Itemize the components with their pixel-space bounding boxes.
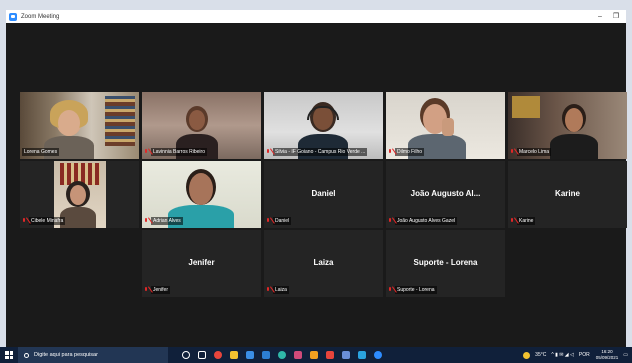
participant-tile[interactable]: Jenifer Jenifer — [142, 230, 261, 297]
zoom-window: Zoom Meeting – ❐ Lorena Gomes Lavinnia B… — [6, 10, 627, 347]
weather-temperature[interactable]: 35°C — [535, 352, 546, 358]
participant-display-name: João Augusto Al... — [410, 189, 481, 198]
clock[interactable]: 16:20 05/09/2021 — [596, 349, 619, 361]
search-placeholder: Digite aqui para pesquisar — [34, 352, 98, 358]
taskbar-search-box[interactable]: Digite aqui para pesquisar — [18, 347, 168, 363]
participant-label: Karine — [510, 217, 536, 225]
participant-name: Adrian Alves — [151, 217, 183, 225]
participant-name: Dilmo Filho — [395, 148, 425, 156]
participant-label: Laiza — [266, 286, 289, 294]
muted-mic-icon — [388, 287, 393, 293]
app-icon[interactable] — [306, 347, 322, 363]
participant-name: Lavinnia Barros Ribeiro — [151, 148, 207, 156]
participant-display-name: Laiza — [313, 258, 334, 267]
participant-tile[interactable]: Cibele Minafra — [20, 161, 139, 228]
app-icon[interactable] — [290, 347, 306, 363]
file-explorer-icon[interactable] — [226, 347, 242, 363]
participant-tile[interactable]: Laiza Laiza — [264, 230, 383, 297]
participant-tile[interactable]: Dilmo Filho — [386, 92, 505, 159]
store-icon[interactable] — [242, 347, 258, 363]
participant-label: João Augusto Alves Gazel — [388, 217, 458, 225]
start-button[interactable] — [0, 347, 18, 363]
participant-name: Silvia - IF Goiano - Campus Rio Verde ..… — [273, 148, 368, 156]
app-icon[interactable] — [354, 347, 370, 363]
participant-display-name: Karine — [555, 189, 580, 198]
participant-name: Karine — [517, 217, 536, 225]
participant-name: Laiza — [273, 286, 289, 294]
participant-tile[interactable]: Marcelo Lima — [508, 92, 627, 159]
minimize-button[interactable]: – — [592, 10, 608, 23]
participant-tile[interactable]: Lorena Gomes — [20, 92, 139, 159]
participant-tile[interactable]: Lavinnia Barros Ribeiro — [142, 92, 261, 159]
participant-display-name: Daniel — [311, 189, 336, 198]
muted-mic-icon — [510, 149, 515, 155]
cortana-icon[interactable] — [178, 347, 194, 363]
windows-logo-icon — [5, 351, 13, 359]
participant-tile[interactable]: Silvia - IF Goiano - Campus Rio Verde ..… — [264, 92, 383, 159]
notifications-icon[interactable]: ▭ — [623, 352, 628, 358]
muted-mic-icon — [388, 218, 393, 224]
muted-mic-icon — [144, 287, 149, 293]
participant-label: Dilmo Filho — [388, 148, 425, 156]
muted-mic-icon — [144, 218, 149, 224]
participant-display-name: Suporte - Lorena — [413, 258, 478, 267]
participant-name: Suporte - Lorena — [395, 286, 437, 294]
participant-name: João Augusto Alves Gazel — [395, 217, 458, 225]
mail-icon[interactable] — [258, 347, 274, 363]
participant-name: Jenifer — [151, 286, 171, 294]
participant-label: Marcelo Lima — [510, 148, 552, 156]
muted-mic-icon — [388, 149, 393, 155]
participant-label: Silvia - IF Goiano - Campus Rio Verde ..… — [266, 148, 368, 156]
taskbar-apps — [178, 347, 386, 363]
participant-tile-active-speaker[interactable]: Adrian Alves — [142, 161, 261, 228]
app-icon[interactable] — [322, 347, 338, 363]
task-view-icon[interactable] — [194, 347, 210, 363]
muted-mic-icon — [144, 149, 149, 155]
participant-tile[interactable]: Daniel Daniel — [264, 161, 383, 228]
muted-mic-icon — [266, 287, 271, 293]
zoom-app-icon — [9, 12, 17, 21]
participant-tile[interactable]: João Augusto Al... João Augusto Alves Ga… — [386, 161, 505, 228]
windows-taskbar: Digite aqui para pesquisar 35°C ^ ▮ ✉ ◢ … — [0, 347, 632, 363]
app-icon[interactable] — [338, 347, 354, 363]
edge-icon[interactable] — [274, 347, 290, 363]
participant-label: Lorena Gomes — [22, 148, 60, 156]
muted-mic-icon — [266, 218, 271, 224]
title-bar: Zoom Meeting – ❐ — [6, 10, 626, 23]
restore-button[interactable]: ❐ — [608, 10, 624, 23]
gallery-view: Lorena Gomes Lavinnia Barros Ribeiro Sil… — [6, 23, 627, 347]
muted-mic-icon — [22, 218, 27, 224]
participant-label: Jenifer — [144, 286, 171, 294]
window-title: Zoom Meeting — [21, 13, 60, 20]
participant-name: Lorena Gomes — [22, 148, 60, 156]
participant-tile[interactable]: Suporte - Lorena Suporte - Lorena — [386, 230, 505, 297]
clock-date: 05/09/2021 — [595, 355, 619, 360]
muted-mic-icon — [266, 149, 271, 155]
participant-label: Suporte - Lorena — [388, 286, 437, 294]
chrome-icon[interactable] — [210, 347, 226, 363]
participant-tile[interactable]: Karine Karine — [508, 161, 627, 228]
zoom-taskbar-icon[interactable] — [370, 347, 386, 363]
participant-label: Cibele Minafra — [22, 217, 66, 225]
participant-label: Lavinnia Barros Ribeiro — [144, 148, 207, 156]
participant-label: Adrian Alves — [144, 217, 183, 225]
language-indicator[interactable]: POR — [579, 352, 590, 358]
participant-label: Daniel — [266, 217, 292, 225]
participant-display-name: Jenifer — [188, 258, 215, 267]
participant-name: Cibele Minafra — [29, 217, 66, 225]
system-tray: 35°C ^ ▮ ✉ ◢ ◁ POR 16:20 05/09/2021 ▭ — [523, 347, 628, 363]
participant-name: Daniel — [273, 217, 292, 225]
tray-icons[interactable]: ^ ▮ ✉ ◢ ◁ — [551, 352, 574, 358]
search-icon — [24, 352, 29, 358]
weather-icon — [523, 351, 531, 359]
participant-name: Marcelo Lima — [517, 148, 552, 156]
muted-mic-icon — [510, 218, 515, 224]
